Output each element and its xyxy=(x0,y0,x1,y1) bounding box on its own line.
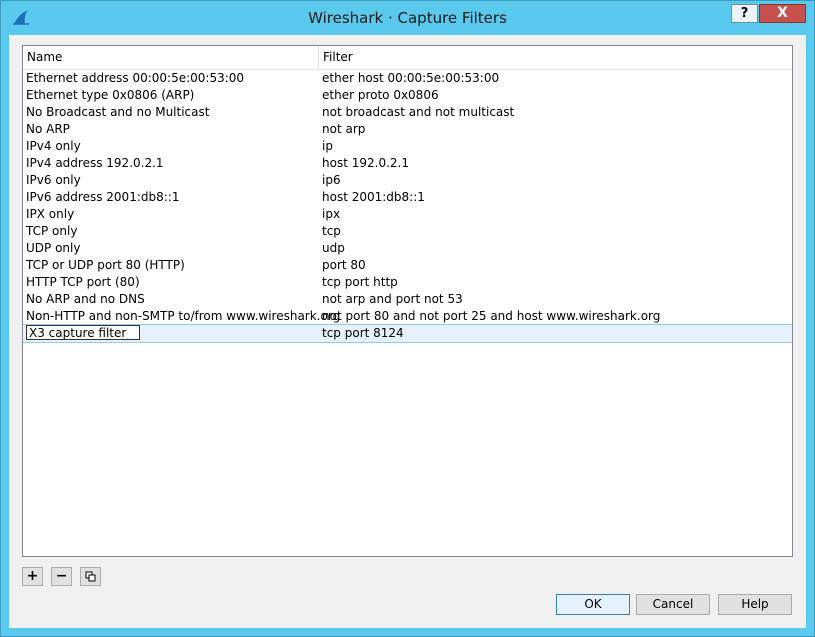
add-filter-button[interactable]: + xyxy=(22,567,43,586)
row-name: IPX only xyxy=(26,207,75,221)
minus-icon: − xyxy=(55,568,68,584)
row-filter: port 80 xyxy=(322,258,366,272)
cancel-button[interactable]: Cancel xyxy=(636,594,710,615)
dialog-title: Wireshark · Capture Filters xyxy=(308,9,507,27)
row-name: Ethernet address 00:00:5e:00:53:00 xyxy=(26,71,245,85)
row-filter: ip xyxy=(322,139,333,153)
plus-icon: + xyxy=(26,568,39,584)
row-filter: not broadcast and not multicast xyxy=(322,105,515,119)
row-filter: tcp port http xyxy=(322,275,398,289)
row-name: TCP only xyxy=(26,224,78,238)
row-filter: ether proto 0x0806 xyxy=(322,88,439,102)
remove-filter-button[interactable]: − xyxy=(51,567,72,586)
table-row[interactable]: UDP only udp xyxy=(23,240,792,257)
filters-table[interactable]: Name Filter Ethernet address 00:00:5e:00… xyxy=(22,45,793,557)
column-header-name[interactable]: Name xyxy=(23,46,319,69)
copy-filter-button[interactable] xyxy=(80,567,101,586)
row-name: Non-HTTP and non-SMTP to/from www.wiresh… xyxy=(26,309,341,323)
row-filter: not arp xyxy=(322,122,366,136)
row-name: UDP only xyxy=(26,241,81,255)
table-row[interactable]: IPv6 only ip6 xyxy=(23,172,792,189)
table-body: Ethernet address 00:00:5e:00:53:00 ether … xyxy=(23,70,792,343)
row-name: No Broadcast and no Multicast xyxy=(26,105,210,119)
table-row[interactable]: IPX only ipx xyxy=(23,206,792,223)
row-filter: tcp xyxy=(322,224,341,238)
help-title-button[interactable]: ? xyxy=(731,4,758,23)
row-name: HTTP TCP port (80) xyxy=(26,275,140,289)
copy-icon xyxy=(85,571,96,582)
column-header-filter[interactable]: Filter xyxy=(319,46,792,69)
row-filter: host 192.0.2.1 xyxy=(322,156,409,170)
table-row[interactable]: No Broadcast and no Multicast not broadca… xyxy=(23,104,792,121)
help-button[interactable]: Help xyxy=(718,594,792,615)
row-filter: tcp port 8124 xyxy=(322,326,404,340)
close-button[interactable]: X xyxy=(759,4,806,23)
row-name: IPv4 only xyxy=(26,139,81,153)
row-name: IPv6 only xyxy=(26,173,81,187)
row-name: No ARP and no DNS xyxy=(26,292,145,306)
table-row[interactable]: TCP only tcp xyxy=(23,223,792,240)
table-row[interactable]: Non-HTTP and non-SMTP to/from www.wiresh… xyxy=(23,308,792,325)
table-row[interactable]: TCP or UDP port 80 (HTTP) port 80 xyxy=(23,257,792,274)
name-edit-field[interactable]: X3 capture filter xyxy=(26,325,140,340)
table-row[interactable]: Ethernet address 00:00:5e:00:53:00 ether … xyxy=(23,70,792,87)
table-row[interactable]: IPv4 only ip xyxy=(23,138,792,155)
title-bar[interactable]: Wireshark · Capture Filters ? X xyxy=(1,1,814,35)
dialog-body: Name Filter Ethernet address 00:00:5e:00… xyxy=(9,35,806,628)
row-filter: ip6 xyxy=(322,173,341,187)
row-name: IPv4 address 192.0.2.1 xyxy=(26,156,164,170)
table-row[interactable]: HTTP TCP port (80) tcp port http xyxy=(23,274,792,291)
table-row[interactable]: Ethernet type 0x0806 (ARP) ether proto 0x… xyxy=(23,87,792,104)
ok-button[interactable]: OK xyxy=(556,594,630,615)
table-header: Name Filter xyxy=(23,46,792,70)
table-row[interactable]: IPv6 address 2001:db8::1 host 2001:db8::1 xyxy=(23,189,792,206)
row-filter: not arp and port not 53 xyxy=(322,292,463,306)
table-row[interactable]: No ARP not arp xyxy=(23,121,792,138)
row-filter: not port 80 and not port 25 and host www… xyxy=(322,309,661,323)
row-filter: ipx xyxy=(322,207,341,221)
capture-filters-dialog: Wireshark · Capture Filters ? X Name Fil… xyxy=(0,0,815,637)
row-filter: ether host 00:00:5e:00:53:00 xyxy=(322,71,500,85)
row-name: Ethernet type 0x0806 (ARP) xyxy=(26,88,195,102)
row-filter: host 2001:db8::1 xyxy=(322,190,425,204)
row-filter: udp xyxy=(322,241,345,255)
table-row[interactable]: IPv4 address 192.0.2.1 host 192.0.2.1 xyxy=(23,155,792,172)
table-row[interactable]: No ARP and no DNS not arp and port not 53 xyxy=(23,291,792,308)
table-row-selected[interactable]: X3 capture filter tcp port 8124 xyxy=(23,324,792,343)
row-name: IPv6 address 2001:db8::1 xyxy=(26,190,180,204)
row-name: TCP or UDP port 80 (HTTP) xyxy=(26,258,185,272)
row-name: No ARP xyxy=(26,122,70,136)
